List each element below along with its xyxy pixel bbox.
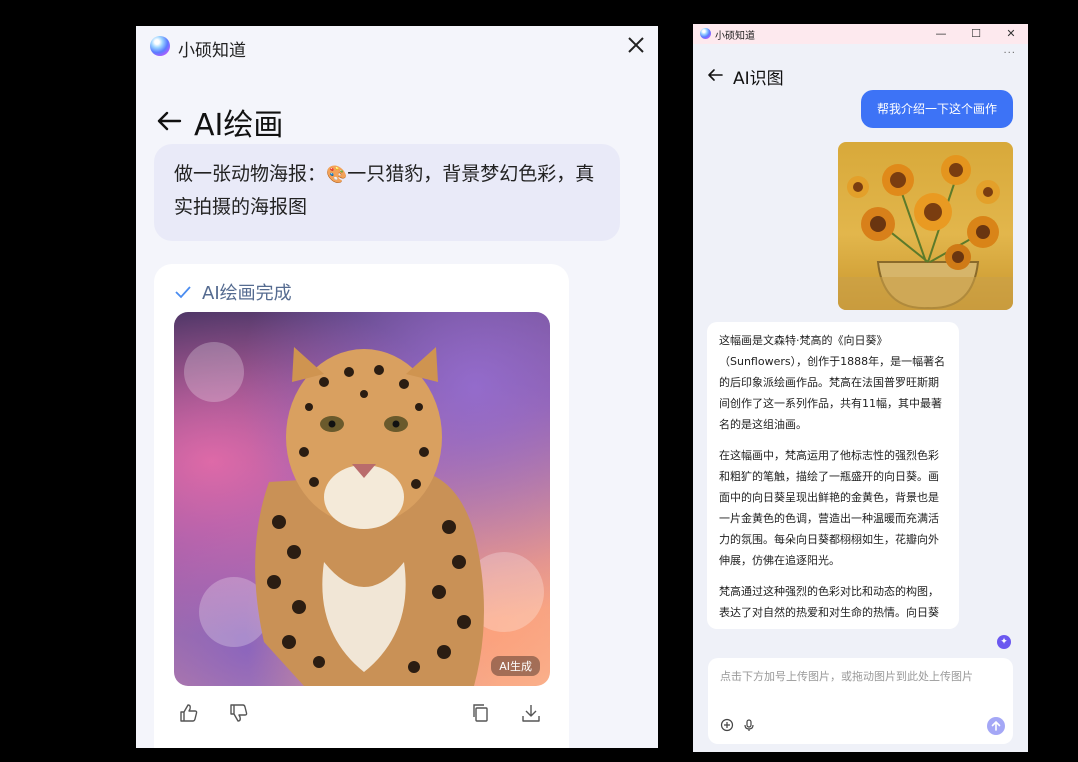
- close-icon[interactable]: [626, 35, 646, 55]
- check-icon: [175, 286, 191, 299]
- leopard-illustration: [184, 342, 544, 686]
- window-app-title: 小硕知道: [715, 31, 755, 42]
- window-title-bar: 小硕知道 — ☐ ✕: [693, 24, 1028, 44]
- add-icon[interactable]: [720, 718, 734, 732]
- maximize-button[interactable]: ☐: [968, 26, 984, 42]
- result-card: AI绘画完成 AI生成: [154, 264, 569, 748]
- answer-paragraph: 在这幅画中，梵高运用了他标志性的强烈色彩和粗犷的笔触，描绘了一瓶盛开的向日葵。画…: [719, 449, 939, 567]
- sunflowers-illustration: [838, 155, 1013, 310]
- back-arrow-icon[interactable]: [707, 67, 723, 83]
- answer-paragraph: 这幅画是文森特·梵高的《向日葵》（Sunflowers），创作于1888年，是一…: [719, 334, 946, 431]
- app-title: 小硕知道: [178, 41, 246, 61]
- minimize-button[interactable]: —: [933, 26, 949, 42]
- page-title: AI识图: [733, 69, 784, 89]
- action-bar: [178, 702, 542, 726]
- uploaded-image[interactable]: [838, 142, 1013, 310]
- back-arrow-icon[interactable]: [156, 108, 182, 134]
- window-close-button[interactable]: ✕: [1003, 26, 1019, 42]
- prompt-bubble: 做一张动物海报：🎨一只猎豹，背景梦幻色彩，真实拍摄的海报图: [154, 144, 620, 241]
- page-title: AI绘画: [194, 108, 284, 143]
- thumbs-up-icon[interactable]: [178, 702, 200, 724]
- send-button[interactable]: [987, 717, 1005, 735]
- copy-icon[interactable]: [470, 702, 492, 724]
- sparkle-icon[interactable]: ✦: [997, 635, 1011, 649]
- prompt-text-start: 做一张动物海报：: [174, 163, 327, 185]
- ai-generated-badge: AI生成: [491, 656, 540, 676]
- assistant-answer: 这幅画是文森特·梵高的《向日葵》（Sunflowers），创作于1888年，是一…: [707, 322, 959, 629]
- generated-image[interactable]: AI生成: [174, 312, 550, 686]
- title-bar: 小硕知道: [136, 26, 658, 66]
- chat-input-box: [708, 658, 1013, 744]
- chat-input[interactable]: [718, 666, 1002, 704]
- app-logo-icon: [150, 36, 170, 56]
- ai-image-recognition-window: 小硕知道 — ☐ ✕ ··· AI识图 帮我介绍一下这个画作 这幅画是文森特·梵…: [693, 24, 1028, 752]
- download-icon[interactable]: [520, 702, 542, 724]
- app-logo-icon: [700, 28, 711, 39]
- microphone-icon[interactable]: [742, 718, 756, 732]
- palette-icon: 🎨: [326, 165, 348, 185]
- user-message-bubble: 帮我介绍一下这个画作: [860, 90, 1013, 128]
- more-options-icon[interactable]: ···: [1003, 48, 1016, 59]
- status-text: AI绘画完成: [202, 283, 292, 304]
- thumbs-down-icon[interactable]: [228, 702, 250, 724]
- send-arrow-icon: [991, 720, 1001, 731]
- status-row: AI绘画完成: [174, 278, 292, 306]
- answer-paragraph: 梵高通过这种强烈的色彩对比和动态的构图，表达了对自然的热爱和对生命的热情。向日葵: [719, 585, 939, 619]
- ai-drawing-panel: 小硕知道 AI绘画 做一张动物海报：🎨一只猎豹，背景梦幻色彩，真实拍摄的海报图 …: [136, 26, 658, 748]
